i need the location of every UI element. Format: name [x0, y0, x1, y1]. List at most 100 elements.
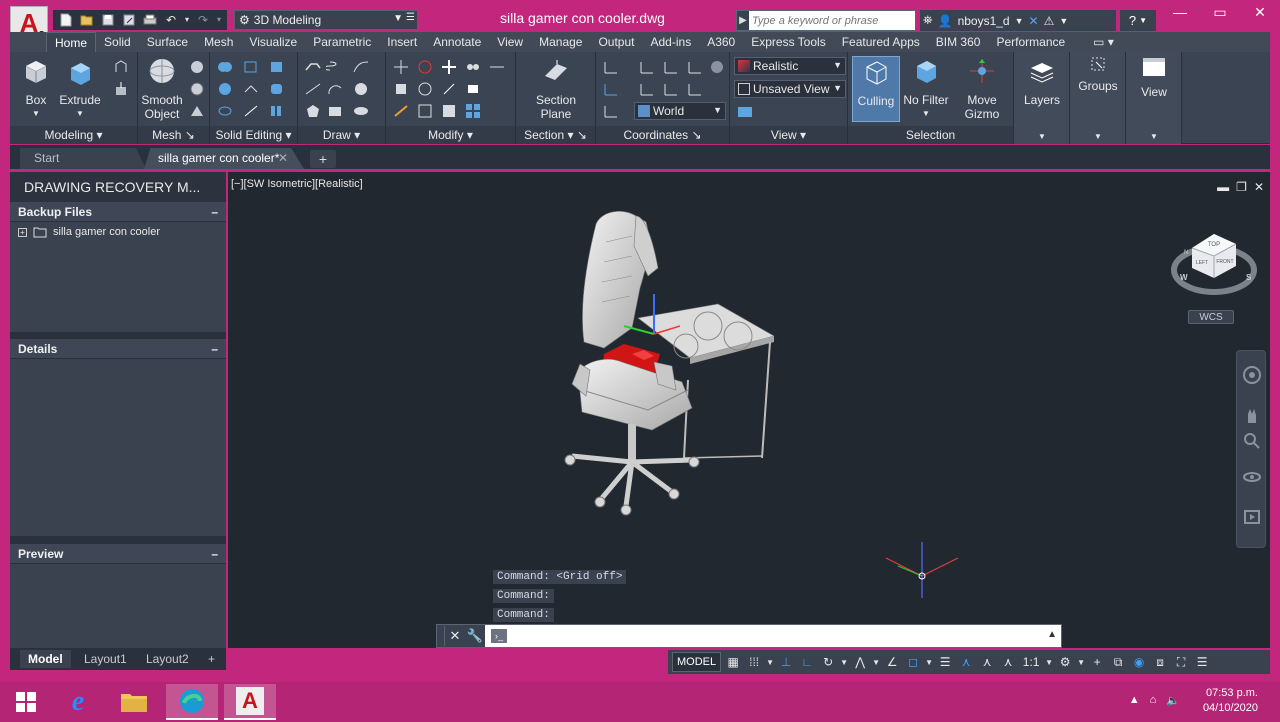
show-hidden-icons[interactable]: ▲: [1129, 694, 1140, 707]
ucs-x-icon[interactable]: [662, 80, 680, 98]
rotate-icon[interactable]: [416, 80, 434, 98]
file-explorer-button[interactable]: [108, 684, 160, 720]
user-icon[interactable]: 👤: [938, 14, 953, 28]
mesh-smooth-more-icon[interactable]: [188, 58, 206, 76]
tab-a360[interactable]: A360: [699, 32, 743, 52]
close-button[interactable]: ✕: [1240, 0, 1280, 24]
restore-viewport-icon[interactable]: ❐: [1236, 180, 1247, 194]
collapse-icon[interactable]: –: [211, 202, 218, 222]
panel-label-mesh[interactable]: Mesh ↘: [138, 126, 209, 144]
3d-mirror-icon[interactable]: [392, 102, 410, 120]
gaming-chair-model[interactable]: [548, 202, 788, 522]
tab-view[interactable]: View: [489, 32, 531, 52]
expand-icon[interactable]: +: [18, 227, 27, 237]
smooth-object-button[interactable]: Smooth Object: [138, 56, 186, 121]
command-prompt-icon[interactable]: ›_: [491, 629, 507, 643]
grid-icon[interactable]: ▦: [724, 653, 742, 671]
annotation-scale-value[interactable]: 1:1: [1020, 653, 1042, 671]
binoculars-icon[interactable]: ⛯: [923, 13, 933, 28]
chevron-down-icon[interactable]: ▼: [1077, 653, 1085, 671]
extrude-button[interactable]: Extrude ▼: [56, 56, 104, 121]
tab-parametric[interactable]: Parametric: [305, 32, 379, 52]
polygon-icon[interactable]: [304, 102, 322, 120]
trim-icon[interactable]: [488, 58, 506, 76]
ellipse-icon[interactable]: [352, 102, 370, 120]
union-icon[interactable]: [216, 58, 234, 76]
workspace-switcher[interactable]: ⚙ 3D Modeling ▼ ☰: [234, 10, 418, 30]
wcs-menu[interactable]: WCS: [1188, 310, 1234, 324]
model-space-toggle[interactable]: MODEL: [672, 652, 722, 672]
panel-label-modeling[interactable]: Modeling ▾: [10, 126, 137, 144]
ucs-view-icon[interactable]: [638, 58, 656, 76]
panel-label-selection[interactable]: Selection: [848, 126, 1013, 144]
file-tab-start[interactable]: Start: [20, 148, 146, 169]
tab-performance[interactable]: Performance: [988, 32, 1073, 52]
panel-label-draw[interactable]: Draw ▾: [298, 126, 385, 144]
splitter[interactable]: [10, 332, 226, 339]
tab-annotate[interactable]: Annotate: [425, 32, 489, 52]
view-button[interactable]: View: [1130, 56, 1178, 99]
array-icon[interactable]: [464, 102, 482, 120]
tab-mesh[interactable]: Mesh: [196, 32, 241, 52]
ucs-world-icon[interactable]: [662, 58, 680, 76]
tab-surface[interactable]: Surface: [139, 32, 196, 52]
details-header[interactable]: Details –: [10, 339, 226, 359]
ucs-y-icon[interactable]: [686, 80, 704, 98]
undo-icon[interactable]: ↶: [162, 12, 180, 28]
ribbon-display-toggle[interactable]: ▭ ▾: [1085, 32, 1122, 52]
command-input[interactable]: [485, 625, 1061, 647]
stretch-icon[interactable]: [440, 80, 458, 98]
object-snap-tracking-icon[interactable]: ∠: [883, 653, 901, 671]
move-gizmo-button[interactable]: Move Gizmo: [958, 56, 1006, 121]
spline-icon[interactable]: [352, 58, 370, 76]
help-button[interactable]: ? ▼: [1120, 10, 1156, 31]
backup-files-header[interactable]: Backup Files –: [10, 202, 226, 222]
named-view-selector[interactable]: Unsaved View ▼: [734, 80, 846, 98]
volume-icon[interactable]: 🔈: [1166, 694, 1180, 707]
tab-insert[interactable]: Insert: [379, 32, 425, 52]
minimize-viewport-icon[interactable]: ▬: [1217, 180, 1229, 194]
tab-output[interactable]: Output: [590, 32, 642, 52]
groups-button[interactable]: Groups: [1074, 56, 1122, 93]
ucs-object-icon[interactable]: [602, 102, 620, 120]
ucs-icon[interactable]: [602, 58, 620, 76]
annotation-monitor-icon[interactable]: +: [1088, 653, 1106, 671]
3d-move-icon[interactable]: [392, 58, 410, 76]
collapse-icon[interactable]: –: [211, 339, 218, 359]
hardware-acceleration-icon[interactable]: ◉: [1130, 653, 1148, 671]
polar-tracking-icon[interactable]: ↻: [819, 653, 837, 671]
extrude-faces-icon[interactable]: [242, 80, 260, 98]
helix-icon[interactable]: [326, 58, 344, 76]
chevron-down-icon[interactable]: ▼: [1045, 653, 1053, 671]
close-command-icon[interactable]: ✕: [445, 628, 465, 644]
panel-label-coordinates[interactable]: Coordinates ↘: [596, 126, 729, 144]
a360-icon[interactable]: ⚠: [1044, 14, 1055, 28]
object-snap-icon[interactable]: ◻: [904, 653, 922, 671]
panel-label-view[interactable]: View ▾: [730, 126, 847, 144]
tab-visualize[interactable]: Visualize: [241, 32, 305, 52]
tab-manage[interactable]: Manage: [531, 32, 590, 52]
annotation-visibility-icon[interactable]: ⋏: [957, 653, 975, 671]
copy-icon[interactable]: [464, 58, 482, 76]
panel-label-modify[interactable]: Modify ▾: [386, 126, 515, 144]
chevron-right-icon[interactable]: ▶: [737, 15, 749, 26]
chevron-down-icon[interactable]: ▼: [1015, 16, 1024, 26]
edge-button[interactable]: [166, 684, 218, 720]
open-icon[interactable]: [78, 12, 96, 28]
start-button[interactable]: [0, 684, 52, 720]
scale-icon[interactable]: [416, 102, 434, 120]
viewport-config-icon[interactable]: [736, 103, 754, 121]
polyline-icon[interactable]: [304, 58, 322, 76]
backup-file-item[interactable]: + silla gamer con cooler: [10, 222, 226, 238]
clean-screen-icon[interactable]: ⛶: [1172, 653, 1190, 671]
lineweight-icon[interactable]: ☰: [936, 653, 954, 671]
new-icon[interactable]: [57, 12, 75, 28]
box-button[interactable]: Box ▼: [12, 56, 60, 121]
line-icon[interactable]: [304, 80, 322, 98]
customize-wrench-icon[interactable]: 🔧: [465, 628, 485, 644]
pan-icon[interactable]: [1242, 405, 1262, 425]
move-icon[interactable]: [440, 58, 458, 76]
preview-header[interactable]: Preview –: [10, 544, 226, 564]
shell-icon[interactable]: [268, 102, 286, 120]
panel-view-2[interactable]: View ▼: [1126, 52, 1182, 144]
